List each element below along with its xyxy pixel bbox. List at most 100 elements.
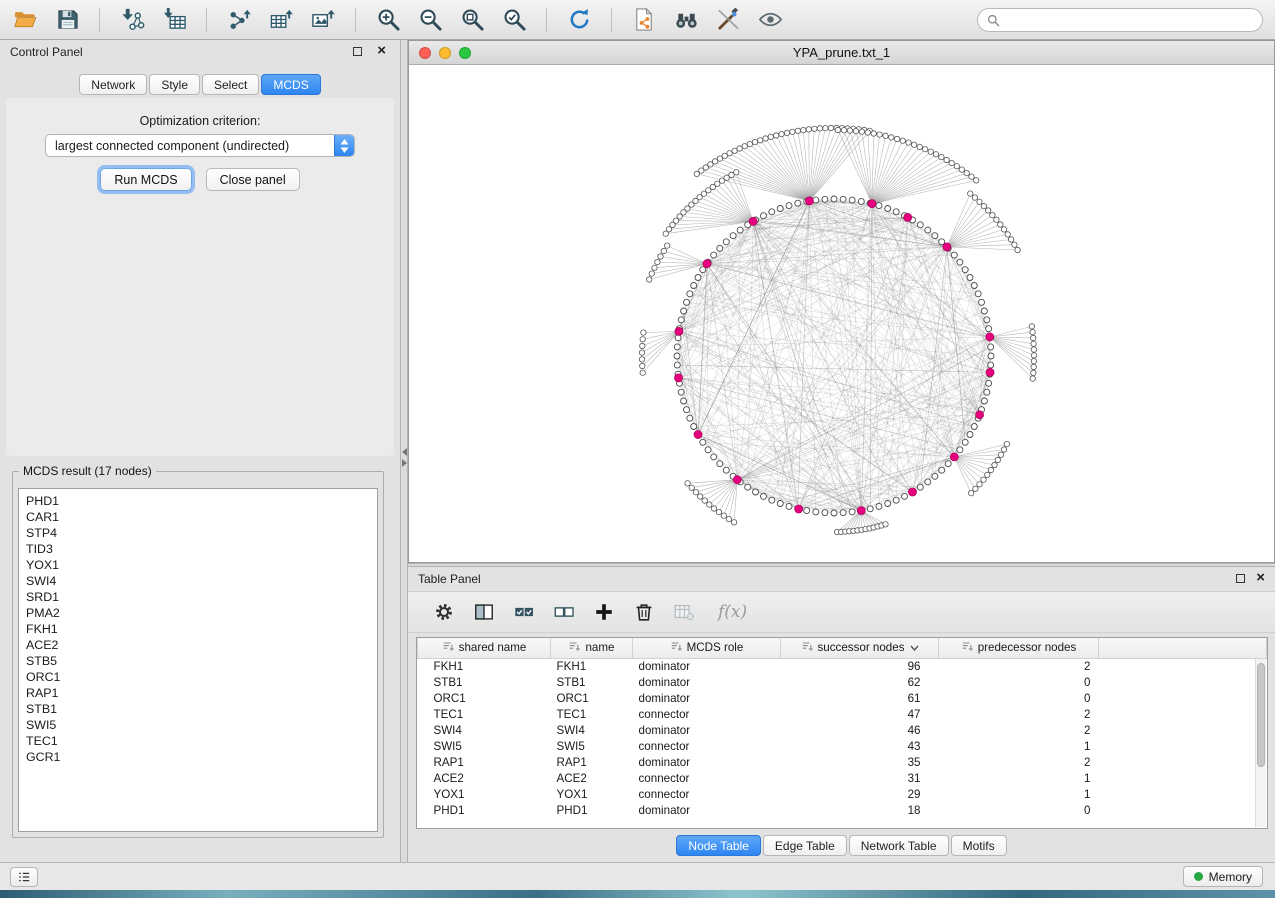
table-row[interactable]: STB1STB1dominator620	[418, 674, 1267, 690]
table-cell[interactable]: RAP1	[418, 754, 551, 770]
table-cell[interactable]: 61	[781, 690, 939, 706]
table-scrollbar[interactable]	[1255, 659, 1266, 827]
table-cell[interactable]: SWI5	[418, 738, 551, 754]
tab-style[interactable]: Style	[149, 74, 200, 95]
deselect-all-columns-icon[interactable]	[548, 597, 579, 628]
table-cell[interactable]: ACE2	[418, 770, 551, 786]
save-session-icon[interactable]	[48, 4, 86, 36]
table-cell[interactable]: dominator	[633, 754, 781, 770]
table-cell[interactable]: dominator	[633, 674, 781, 690]
table-cell[interactable]: dominator	[633, 690, 781, 706]
table-cell[interactable]: connector	[633, 770, 781, 786]
float-table-panel-icon[interactable]	[1236, 574, 1245, 583]
table-cell[interactable]: 0	[939, 674, 1099, 690]
add-column-icon[interactable]	[588, 597, 619, 628]
mcds-result-item[interactable]: YOX1	[26, 557, 377, 573]
table-row[interactable]: RAP1RAP1dominator352	[418, 754, 1267, 770]
search-field[interactable]	[977, 8, 1263, 32]
column-header-predecessor-nodes[interactable]: predecessor nodes	[939, 638, 1099, 658]
binoculars-icon[interactable]	[667, 4, 705, 36]
eye-icon[interactable]	[751, 4, 789, 36]
mcds-result-item[interactable]: PHD1	[26, 493, 377, 509]
mcds-result-item[interactable]: STB1	[26, 701, 377, 717]
splitter-collapse-icons[interactable]	[401, 448, 407, 470]
new-table-icon[interactable]	[262, 4, 300, 36]
table-cell[interactable]: PHD1	[418, 802, 551, 818]
table-cell[interactable]: 0	[939, 802, 1099, 818]
table-cell[interactable]: SWI4	[418, 722, 551, 738]
table-cell[interactable]: dominator	[633, 658, 781, 674]
table-cell[interactable]: 0	[939, 690, 1099, 706]
table-row[interactable]: YOX1YOX1connector291	[418, 786, 1267, 802]
import-table-icon[interactable]	[155, 4, 193, 36]
table-cell[interactable]: dominator	[633, 802, 781, 818]
table-row[interactable]: TEC1TEC1connector472	[418, 706, 1267, 722]
network-window-titlebar[interactable]: YPA_prune.txt_1	[409, 41, 1274, 65]
table-cell[interactable]: STB1	[418, 674, 551, 690]
column-header-MCDS-role[interactable]: MCDS role	[633, 638, 781, 658]
close-table-panel-icon[interactable]: ×	[1256, 569, 1265, 587]
mcds-result-item[interactable]: GCR1	[26, 749, 377, 765]
mcds-result-item[interactable]: FKH1	[26, 621, 377, 637]
table-row[interactable]: ORC1ORC1dominator610	[418, 690, 1267, 706]
table-cell[interactable]: 46	[781, 722, 939, 738]
split-columns-icon[interactable]	[468, 597, 499, 628]
table-cell[interactable]: connector	[633, 786, 781, 802]
tab-mcds[interactable]: MCDS	[261, 74, 320, 95]
mcds-result-item[interactable]: TID3	[26, 541, 377, 557]
mcds-result-item[interactable]: TEC1	[26, 733, 377, 749]
table-row[interactable]: ACE2ACE2connector311	[418, 770, 1267, 786]
table-scrollbar-thumb[interactable]	[1257, 663, 1265, 767]
table-cell[interactable]: 62	[781, 674, 939, 690]
memory-button[interactable]: Memory	[1183, 866, 1263, 887]
import-network-icon[interactable]	[113, 4, 151, 36]
delete-table-icon[interactable]	[668, 597, 699, 628]
criterion-dropdown[interactable]: largest connected component (undirected)	[45, 134, 355, 157]
table-tab-edge-table[interactable]: Edge Table	[763, 835, 847, 856]
column-header-name[interactable]: name	[551, 638, 633, 658]
mcds-result-item[interactable]: ACE2	[26, 637, 377, 653]
zoom-in-icon[interactable]	[369, 4, 407, 36]
select-all-columns-icon[interactable]	[508, 597, 539, 628]
table-cell[interactable]: TEC1	[418, 706, 551, 722]
table-cell[interactable]: ORC1	[418, 690, 551, 706]
mcds-result-item[interactable]: ORC1	[26, 669, 377, 685]
function-builder-icon[interactable]: f(x)	[718, 602, 747, 622]
table-cell[interactable]: 35	[781, 754, 939, 770]
table-cell[interactable]: FKH1	[551, 658, 633, 674]
mcds-result-item[interactable]: PMA2	[26, 605, 377, 621]
table-cell[interactable]: SWI5	[551, 738, 633, 754]
table-cell[interactable]: 1	[939, 786, 1099, 802]
column-header-successor-nodes[interactable]: successor nodes	[781, 638, 939, 658]
table-cell[interactable]: ACE2	[551, 770, 633, 786]
mcds-result-item[interactable]: RAP1	[26, 685, 377, 701]
mcds-result-item[interactable]: SWI5	[26, 717, 377, 733]
table-cell[interactable]: TEC1	[551, 706, 633, 722]
panel-list-button[interactable]	[10, 867, 38, 887]
table-tab-motifs[interactable]: Motifs	[951, 835, 1007, 856]
table-cell[interactable]: 31	[781, 770, 939, 786]
table-tab-node-table[interactable]: Node Table	[676, 835, 761, 856]
table-cell[interactable]: connector	[633, 706, 781, 722]
table-cell[interactable]: STB1	[551, 674, 633, 690]
table-cell[interactable]: 2	[939, 722, 1099, 738]
table-cell[interactable]: 1	[939, 738, 1099, 754]
tab-network[interactable]: Network	[79, 74, 147, 95]
table-row[interactable]: FKH1FKH1dominator962	[418, 658, 1267, 674]
table-cell[interactable]: 2	[939, 754, 1099, 770]
style-slash-icon[interactable]	[709, 4, 747, 36]
table-cell[interactable]: connector	[633, 738, 781, 754]
mcds-result-item[interactable]: CAR1	[26, 509, 377, 525]
table-cell[interactable]: 29	[781, 786, 939, 802]
table-cell[interactable]: 18	[781, 802, 939, 818]
zoom-out-icon[interactable]	[411, 4, 449, 36]
column-header-shared-name[interactable]: shared name	[418, 638, 551, 658]
table-cell[interactable]: RAP1	[551, 754, 633, 770]
vertical-splitter[interactable]	[400, 40, 408, 862]
gear-icon[interactable]	[428, 597, 459, 628]
table-cell[interactable]: PHD1	[551, 802, 633, 818]
table-cell[interactable]: 96	[781, 658, 939, 674]
table-cell[interactable]: 47	[781, 706, 939, 722]
table-cell[interactable]: ORC1	[551, 690, 633, 706]
close-panel-button[interactable]: Close panel	[206, 168, 300, 191]
